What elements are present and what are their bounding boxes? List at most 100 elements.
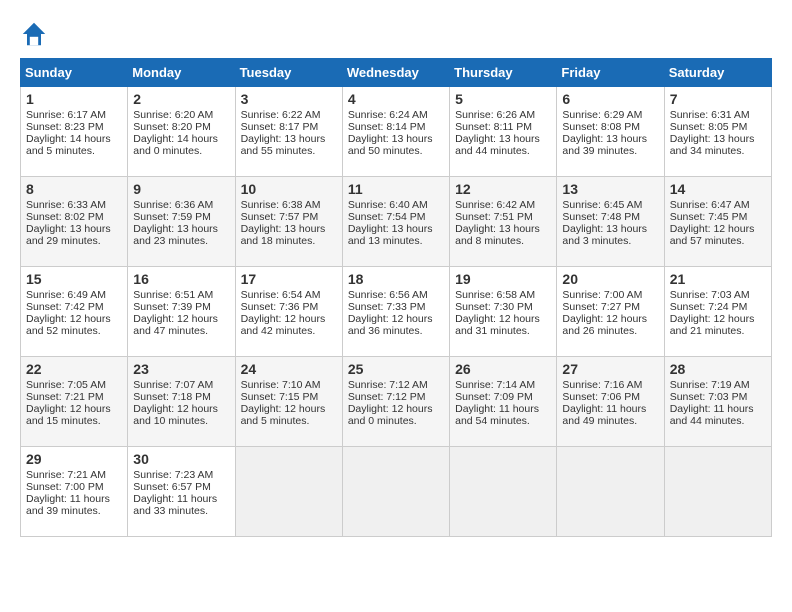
daylight: Daylight: 12 hours and 0 minutes. xyxy=(348,403,433,427)
sunset: Sunset: 7:00 PM xyxy=(26,481,104,493)
daylight: Daylight: 12 hours and 5 minutes. xyxy=(241,403,326,427)
day-number: 10 xyxy=(241,181,337,197)
daylight: Daylight: 12 hours and 42 minutes. xyxy=(241,313,326,337)
calendar-week-2: 8Sunrise: 6:33 AMSunset: 8:02 PMDaylight… xyxy=(21,177,772,267)
calendar-cell: 14Sunrise: 6:47 AMSunset: 7:45 PMDayligh… xyxy=(664,177,771,267)
daylight: Daylight: 12 hours and 47 minutes. xyxy=(133,313,218,337)
day-number: 24 xyxy=(241,361,337,377)
sunset: Sunset: 7:27 PM xyxy=(562,301,640,313)
day-number: 12 xyxy=(455,181,551,197)
sunrise: Sunrise: 7:19 AM xyxy=(670,379,750,391)
sunset: Sunset: 7:33 PM xyxy=(348,301,426,313)
calendar-cell: 22Sunrise: 7:05 AMSunset: 7:21 PMDayligh… xyxy=(21,357,128,447)
sunset: Sunset: 7:21 PM xyxy=(26,391,104,403)
logo-icon xyxy=(20,20,48,48)
calendar-cell: 12Sunrise: 6:42 AMSunset: 7:51 PMDayligh… xyxy=(450,177,557,267)
sunset: Sunset: 8:14 PM xyxy=(348,121,426,133)
calendar-cell: 20Sunrise: 7:00 AMSunset: 7:27 PMDayligh… xyxy=(557,267,664,357)
day-number: 28 xyxy=(670,361,766,377)
calendar-cell: 24Sunrise: 7:10 AMSunset: 7:15 PMDayligh… xyxy=(235,357,342,447)
calendar-week-4: 22Sunrise: 7:05 AMSunset: 7:21 PMDayligh… xyxy=(21,357,772,447)
sunrise: Sunrise: 6:22 AM xyxy=(241,109,321,121)
col-header-saturday: Saturday xyxy=(664,59,771,87)
day-number: 27 xyxy=(562,361,658,377)
daylight: Daylight: 12 hours and 21 minutes. xyxy=(670,313,755,337)
day-number: 16 xyxy=(133,271,229,287)
daylight: Daylight: 12 hours and 26 minutes. xyxy=(562,313,647,337)
sunset: Sunset: 7:57 PM xyxy=(241,211,319,223)
sunset: Sunset: 8:02 PM xyxy=(26,211,104,223)
sunrise: Sunrise: 7:14 AM xyxy=(455,379,535,391)
sunset: Sunset: 7:09 PM xyxy=(455,391,533,403)
calendar-cell: 19Sunrise: 6:58 AMSunset: 7:30 PMDayligh… xyxy=(450,267,557,357)
sunset: Sunset: 7:51 PM xyxy=(455,211,533,223)
sunset: Sunset: 7:48 PM xyxy=(562,211,640,223)
col-header-sunday: Sunday xyxy=(21,59,128,87)
calendar-cell: 13Sunrise: 6:45 AMSunset: 7:48 PMDayligh… xyxy=(557,177,664,267)
day-number: 23 xyxy=(133,361,229,377)
daylight: Daylight: 13 hours and 50 minutes. xyxy=(348,133,433,157)
calendar-cell: 16 Sunrise: 6:51 AMSunset: 7:39 PMDayligh… xyxy=(128,267,235,357)
col-header-wednesday: Wednesday xyxy=(342,59,449,87)
col-header-thursday: Thursday xyxy=(450,59,557,87)
sunset: Sunset: 8:23 PM xyxy=(26,121,104,133)
day-number: 9 xyxy=(133,181,229,197)
daylight: Daylight: 13 hours and 3 minutes. xyxy=(562,223,647,247)
daylight: Daylight: 13 hours and 55 minutes. xyxy=(241,133,326,157)
day-number: 20 xyxy=(562,271,658,287)
calendar-cell: 18Sunrise: 6:56 AMSunset: 7:33 PMDayligh… xyxy=(342,267,449,357)
sunset: Sunset: 8:08 PM xyxy=(562,121,640,133)
daylight: Daylight: 13 hours and 29 minutes. xyxy=(26,223,111,247)
calendar-cell: 21Sunrise: 7:03 AMSunset: 7:24 PMDayligh… xyxy=(664,267,771,357)
daylight: Daylight: 13 hours and 18 minutes. xyxy=(241,223,326,247)
calendar-cell: 23Sunrise: 7:07 AMSunset: 7:18 PMDayligh… xyxy=(128,357,235,447)
daylight: Daylight: 12 hours and 15 minutes. xyxy=(26,403,111,427)
calendar-cell: 11Sunrise: 6:40 AMSunset: 7:54 PMDayligh… xyxy=(342,177,449,267)
calendar-week-1: 1Sunrise: 6:17 AMSunset: 8:23 PMDaylight… xyxy=(21,87,772,177)
day-number: 2 xyxy=(133,91,229,107)
daylight: Daylight: 14 hours and 0 minutes. xyxy=(133,133,218,157)
sunrise: Sunrise: 6:24 AM xyxy=(348,109,428,121)
daylight: Daylight: 13 hours and 44 minutes. xyxy=(455,133,540,157)
sunset: Sunset: 8:17 PM xyxy=(241,121,319,133)
calendar-week-5: 29Sunrise: 7:21 AMSunset: 7:00 PMDayligh… xyxy=(21,447,772,537)
daylight: Daylight: 12 hours and 52 minutes. xyxy=(26,313,111,337)
sunrise: Sunrise: 7:21 AM xyxy=(26,469,106,481)
sunrise: Sunrise: 6:31 AM xyxy=(670,109,750,121)
sunset: Sunset: 8:05 PM xyxy=(670,121,748,133)
calendar-cell: 7Sunrise: 6:31 AMSunset: 8:05 PMDaylight… xyxy=(664,87,771,177)
calendar-cell: 3Sunrise: 6:22 AMSunset: 8:17 PMDaylight… xyxy=(235,87,342,177)
calendar-cell: 2Sunrise: 6:20 AMSunset: 8:20 PMDaylight… xyxy=(128,87,235,177)
sunrise: Sunrise: 7:12 AM xyxy=(348,379,428,391)
sunrise: Sunrise: 6:51 AM xyxy=(133,289,213,301)
day-number: 19 xyxy=(455,271,551,287)
sunrise: Sunrise: 6:58 AM xyxy=(455,289,535,301)
day-number: 26 xyxy=(455,361,551,377)
day-number: 4 xyxy=(348,91,444,107)
sunset: Sunset: 7:39 PM xyxy=(133,301,211,313)
daylight: Daylight: 11 hours and 49 minutes. xyxy=(562,403,646,427)
day-number: 22 xyxy=(26,361,122,377)
sunset: Sunset: 7:36 PM xyxy=(241,301,319,313)
sunset: Sunset: 7:45 PM xyxy=(670,211,748,223)
day-number: 14 xyxy=(670,181,766,197)
day-number: 21 xyxy=(670,271,766,287)
daylight: Daylight: 12 hours and 31 minutes. xyxy=(455,313,540,337)
calendar-cell: 28 Sunrise: 7:19 AMSunset: 7:03 PMDayligh… xyxy=(664,357,771,447)
calendar-week-3: 15Sunrise: 6:49 AMSunset: 7:42 PMDayligh… xyxy=(21,267,772,357)
daylight: Daylight: 11 hours and 44 minutes. xyxy=(670,403,754,427)
sunrise: Sunrise: 6:29 AM xyxy=(562,109,642,121)
sunrise: Sunrise: 6:26 AM xyxy=(455,109,535,121)
sunrise: Sunrise: 6:17 AM xyxy=(26,109,106,121)
calendar-cell xyxy=(450,447,557,537)
day-number: 18 xyxy=(348,271,444,287)
sunset: Sunset: 8:20 PM xyxy=(133,121,211,133)
sunset: Sunset: 6:57 PM xyxy=(133,481,211,493)
day-number: 11 xyxy=(348,181,444,197)
day-number: 15 xyxy=(26,271,122,287)
daylight: Daylight: 12 hours and 57 minutes. xyxy=(670,223,755,247)
sunrise: Sunrise: 6:45 AM xyxy=(562,199,642,211)
sunset: Sunset: 7:03 PM xyxy=(670,391,748,403)
sunrise: Sunrise: 6:38 AM xyxy=(241,199,321,211)
sunrise: Sunrise: 7:03 AM xyxy=(670,289,750,301)
